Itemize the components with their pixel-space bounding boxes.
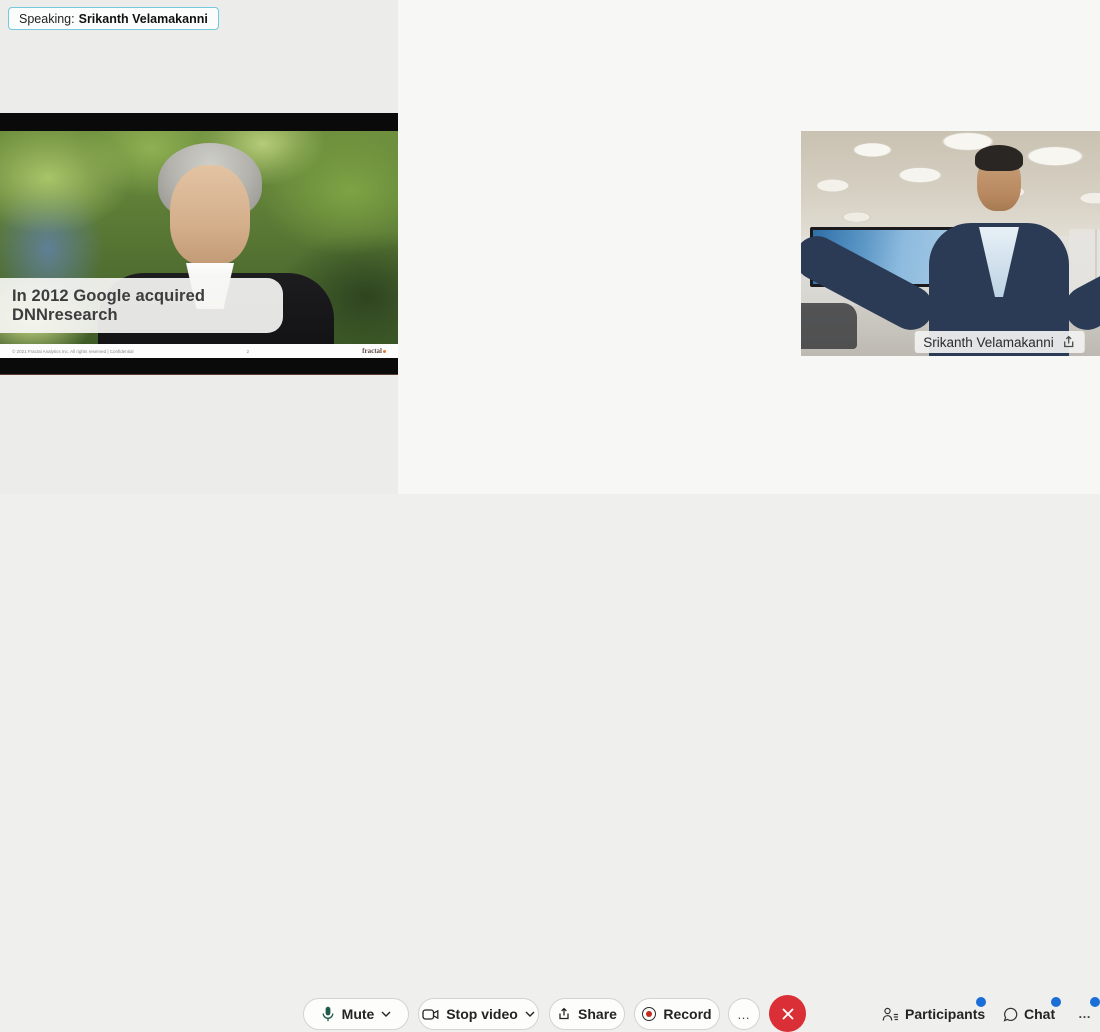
overflow-notification-dot	[1090, 997, 1100, 1007]
share-label: Share	[578, 1006, 617, 1022]
slide-copyright: © 2021 Fractal Analytics Inc. All rights…	[12, 349, 134, 354]
meeting-window: Speaking: Srikanth Velamakanni In 2012 G…	[0, 0, 1100, 543]
slide-title: In 2012 Google acquired DNNresearch	[12, 287, 283, 325]
meeting-toolbar: Mute Stop video Share	[0, 494, 1100, 543]
slide-title-banner: In 2012 Google acquired DNNresearch	[0, 278, 283, 333]
record-label: Record	[663, 1006, 711, 1022]
participants-label: Participants	[905, 1006, 985, 1022]
fractal-logo-dot	[383, 350, 386, 353]
ellipsis-icon: …	[737, 1007, 751, 1022]
overflow-menu-button[interactable]: …	[1078, 1006, 1092, 1021]
slide-page-number: 2	[134, 349, 363, 354]
photo-face	[170, 165, 250, 265]
mute-button[interactable]: Mute	[303, 998, 409, 1030]
slide-footer: © 2021 Fractal Analytics Inc. All rights…	[0, 344, 398, 358]
mute-label: Mute	[342, 1006, 375, 1022]
speaker-name-label: Srikanth Velamakanni	[914, 331, 1085, 353]
participants-icon	[882, 1007, 899, 1022]
presentation-pane: Speaking: Srikanth Velamakanni In 2012 G…	[0, 0, 398, 494]
stop-video-label: Stop video	[446, 1006, 518, 1022]
active-speaker-banner: Speaking: Srikanth Velamakanni	[8, 7, 219, 30]
speaker-name: Srikanth Velamakanni	[923, 335, 1054, 350]
camera-icon	[422, 1008, 439, 1021]
speaking-label: Speaking:	[19, 12, 75, 26]
chat-button[interactable]: Chat	[1003, 998, 1055, 1030]
chat-bubble-icon	[1003, 1007, 1018, 1022]
close-icon	[781, 1007, 795, 1021]
mic-icon	[321, 1006, 335, 1022]
share-tray-icon[interactable]	[1062, 335, 1076, 349]
more-options-button[interactable]: …	[728, 998, 760, 1030]
share-tray-icon	[557, 1007, 571, 1021]
office-ceiling	[801, 131, 1100, 236]
shared-slide[interactable]: In 2012 Google acquired DNNresearch © 20…	[0, 113, 398, 375]
record-icon	[642, 1007, 656, 1021]
video-stage: Srikanth Velamakanni Varu	[398, 0, 1100, 494]
chevron-down-icon[interactable]	[381, 1011, 391, 1017]
participants-notification-dot	[976, 997, 986, 1007]
end-call-button[interactable]	[769, 995, 806, 1032]
speaking-name: Srikanth Velamakanni	[79, 12, 208, 26]
speaker-hair	[975, 145, 1023, 171]
share-button[interactable]: Share	[549, 998, 625, 1030]
participants-button[interactable]: Participants	[882, 998, 985, 1030]
chat-label: Chat	[1024, 1006, 1055, 1022]
video-tile-speaker[interactable]: Srikanth Velamakanni	[801, 131, 1100, 356]
chat-notification-dot	[1051, 997, 1061, 1007]
office-chair	[801, 303, 857, 349]
fractal-logo: fractal	[362, 347, 382, 355]
record-button[interactable]: Record	[634, 998, 720, 1030]
chevron-down-icon[interactable]	[525, 1011, 535, 1017]
stop-video-button[interactable]: Stop video	[418, 998, 539, 1030]
